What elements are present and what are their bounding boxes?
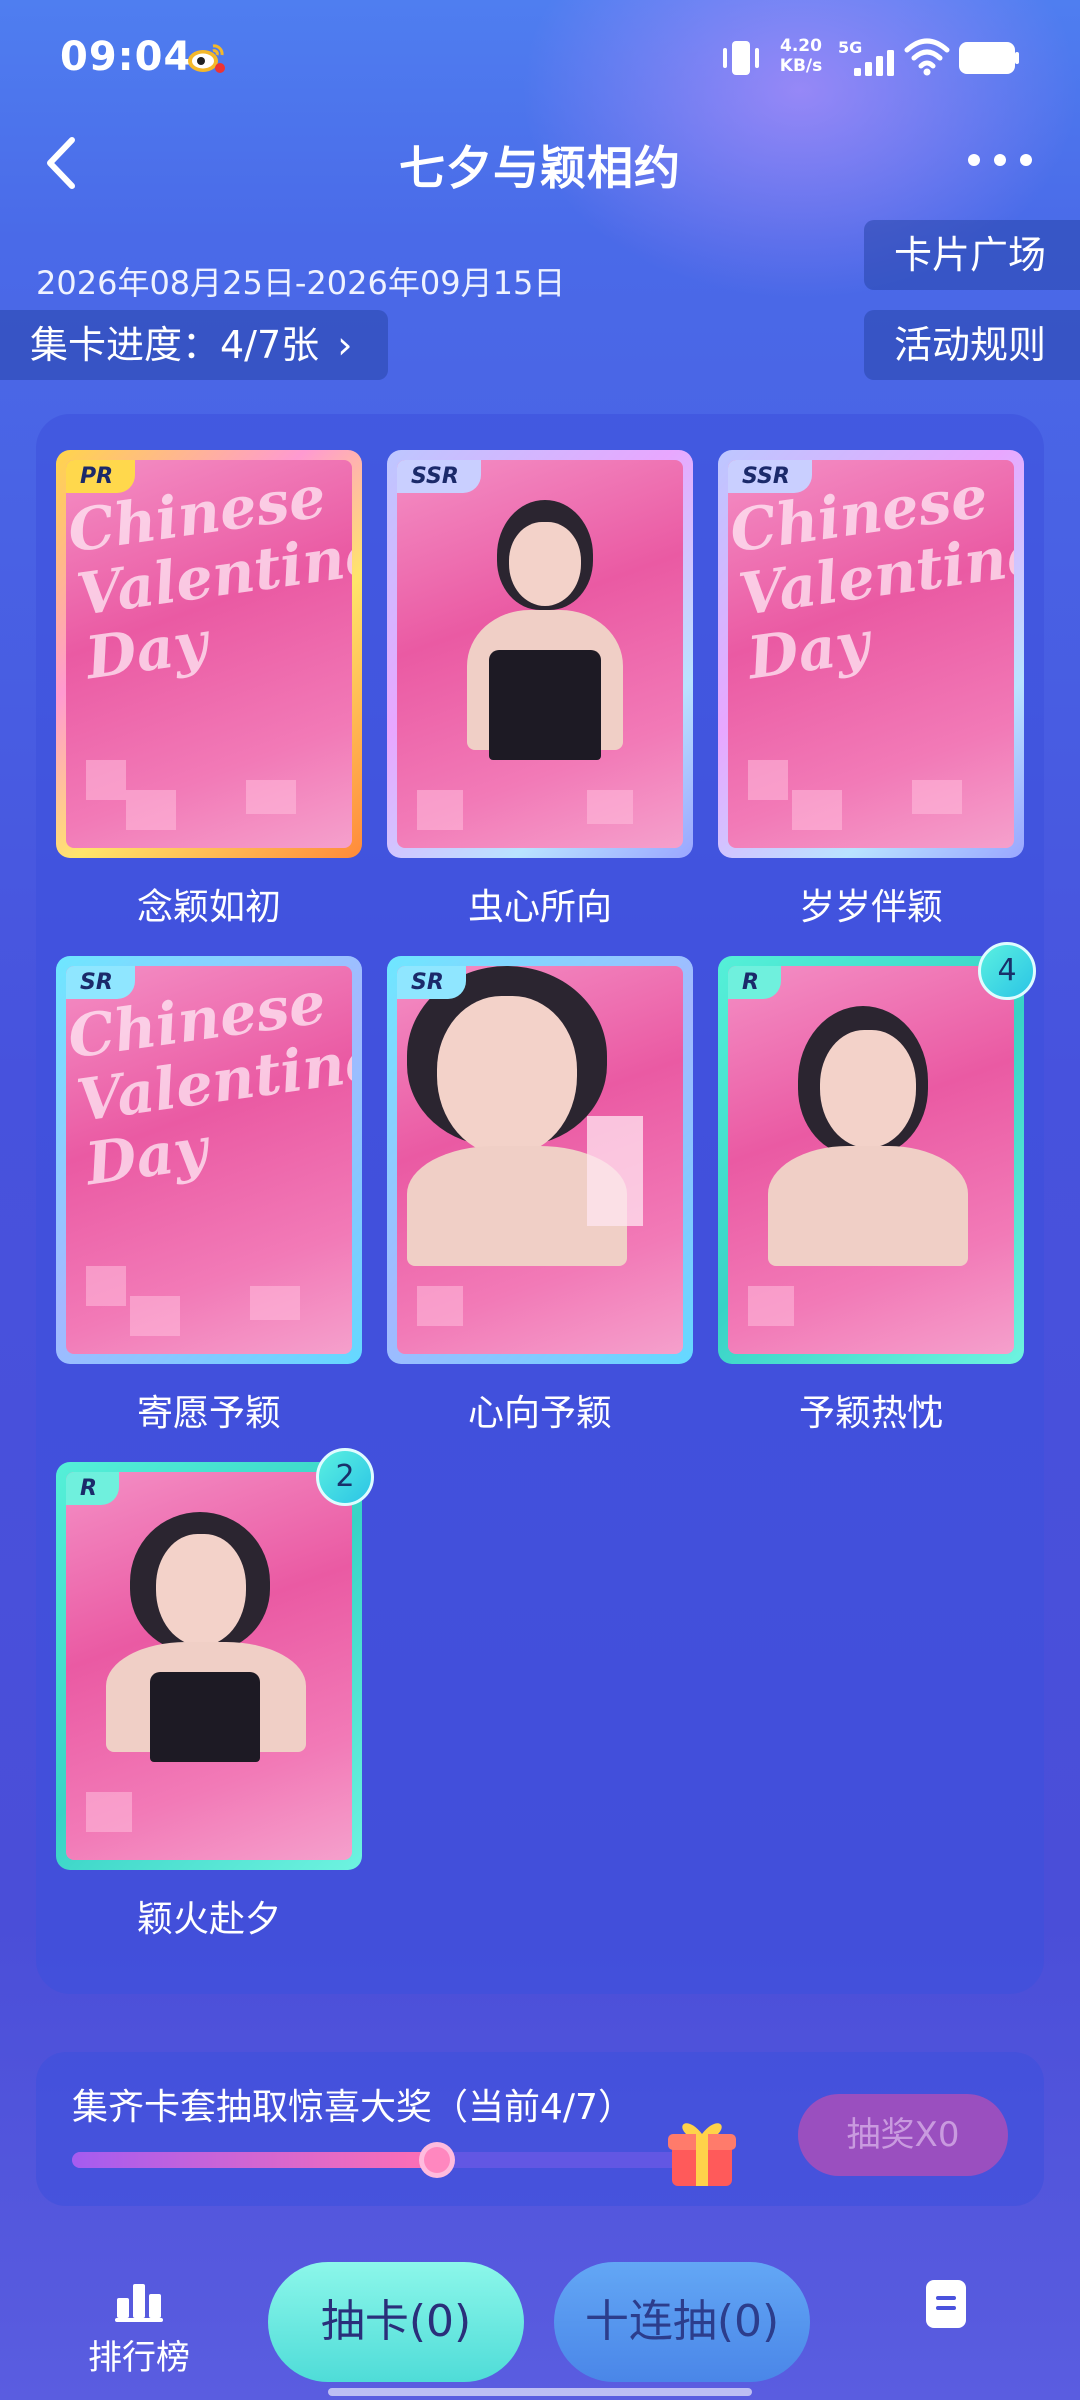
card-square-button[interactable]: 卡片广场	[863, 220, 1080, 290]
more-dots-icon[interactable]	[960, 140, 1040, 180]
card-name: 予颖热忱	[798, 1393, 943, 1434]
card-name: 念颖如初	[136, 887, 281, 928]
card-count-badge: 4	[978, 942, 1036, 1000]
ten-draw-button[interactable]: 十连抽(0)	[554, 2262, 810, 2382]
card-artwork: SSR	[397, 460, 683, 848]
rarity-badge: R	[728, 966, 781, 999]
rarity-badge: R	[66, 1472, 119, 1505]
card-artwork: Chinese Valentine Day SR	[66, 966, 352, 1354]
vibrate-icon	[723, 41, 759, 75]
page-title: 七夕与颖相约	[399, 141, 681, 195]
mosaic-block	[86, 1792, 132, 1832]
card-artwork: Chinese Valentine Day SSR	[728, 460, 1014, 848]
net-speed-value: 4.20	[780, 36, 822, 56]
progress-knob	[419, 2142, 456, 2178]
status-time: 09:04	[60, 34, 193, 80]
draw-prize-button[interactable]: 抽奖X0	[798, 2094, 1008, 2176]
weibo-icon	[188, 44, 225, 73]
card-art-script: Chinese Valentine Day	[66, 968, 352, 1199]
leaderboard-icon	[115, 2284, 163, 2322]
mosaic-block	[246, 780, 296, 814]
grand-prize-panel: 集齐卡套抽取惊喜大奖（当前4/7） 抽奖X0	[36, 2052, 1044, 2206]
net-speed-unit: KB/s	[779, 56, 823, 76]
draw-card-button[interactable]: 抽卡(0)	[268, 2262, 524, 2382]
progress-fill	[72, 2152, 438, 2168]
card-name: 岁岁伴颖	[798, 887, 943, 928]
chevron-right-icon: ›	[337, 323, 353, 367]
collection-card[interactable]: Chinese Valentine Day PR	[56, 450, 362, 858]
card-art-script: Chinese Valentine Day	[66, 462, 352, 693]
card-name: 颖火赴夕	[136, 1899, 281, 1940]
card-artwork: R	[728, 966, 1014, 1354]
grand-prize-text: 集齐卡套抽取惊喜大奖（当前4/7）	[72, 2087, 634, 2128]
mosaic-block	[126, 790, 176, 830]
mosaic-block	[748, 760, 788, 800]
mosaic-block	[912, 780, 962, 814]
gift-icon	[668, 2123, 736, 2186]
card-name: 心向予颖	[467, 1393, 612, 1434]
mosaic-block	[417, 1286, 463, 1326]
card-count-badge: 2	[316, 1448, 374, 1506]
event-date-range: 2026年08月25日-2026年09月15日	[36, 264, 566, 302]
leaderboard-label: 排行榜	[88, 2338, 190, 2378]
wifi-icon	[904, 38, 950, 76]
card-art-script: Chinese Valentine Day	[728, 462, 1014, 693]
cellular-signal-icon	[854, 50, 894, 76]
photo-strip	[587, 1116, 643, 1226]
collection-card[interactable]: SSR	[387, 450, 693, 858]
mosaic-block	[130, 1296, 180, 1336]
status-bar: 09:04 4.20 KB/s 5G	[0, 0, 1080, 120]
record-list-icon[interactable]	[924, 2278, 968, 2330]
rarity-badge: SSR	[397, 460, 481, 493]
leaderboard-tab[interactable]: 排行榜	[74, 2280, 204, 2380]
collection-card[interactable]: SR	[387, 956, 693, 1364]
rarity-badge: PR	[66, 460, 136, 493]
mosaic-block	[417, 790, 463, 830]
home-indicator[interactable]	[328, 2388, 752, 2396]
card-name: 虫心所向	[467, 887, 612, 928]
collection-card[interactable]: R 2	[56, 1448, 374, 1870]
mosaic-block	[86, 1266, 126, 1306]
activity-rules-button[interactable]: 活动规则	[863, 310, 1080, 380]
collection-progress-link[interactable]: 集卡进度：4/7张 ›	[0, 310, 388, 380]
mosaic-block	[792, 790, 842, 830]
rarity-badge: SR	[66, 966, 135, 999]
mosaic-block	[250, 1286, 300, 1320]
collection-card[interactable]: Chinese Valentine Day SSR	[718, 450, 1024, 858]
rarity-badge: SSR	[728, 460, 812, 493]
mosaic-block	[86, 760, 126, 800]
network-speed: 4.20 KB/s	[774, 36, 828, 76]
battery-icon	[959, 42, 1019, 74]
card-name: 寄愿予颖	[136, 1393, 281, 1434]
mosaic-block	[748, 1286, 794, 1326]
collection-card[interactable]: Chinese Valentine Day SR	[56, 956, 362, 1364]
card-artwork: R	[66, 1472, 352, 1860]
collection-progress-label: 集卡进度：4/7张	[30, 323, 320, 367]
card-collection-panel: Chinese Valentine Day PR 念颖如初 SSR 虫心所向 C…	[36, 414, 1044, 1994]
card-artwork: Chinese Valentine Day PR	[66, 460, 352, 848]
mosaic-block	[587, 790, 633, 824]
card-artwork: SR	[397, 966, 683, 1354]
grand-prize-progress-bar	[72, 2142, 712, 2178]
collection-card[interactable]: R 4	[718, 942, 1036, 1364]
rarity-badge: SR	[397, 966, 466, 999]
